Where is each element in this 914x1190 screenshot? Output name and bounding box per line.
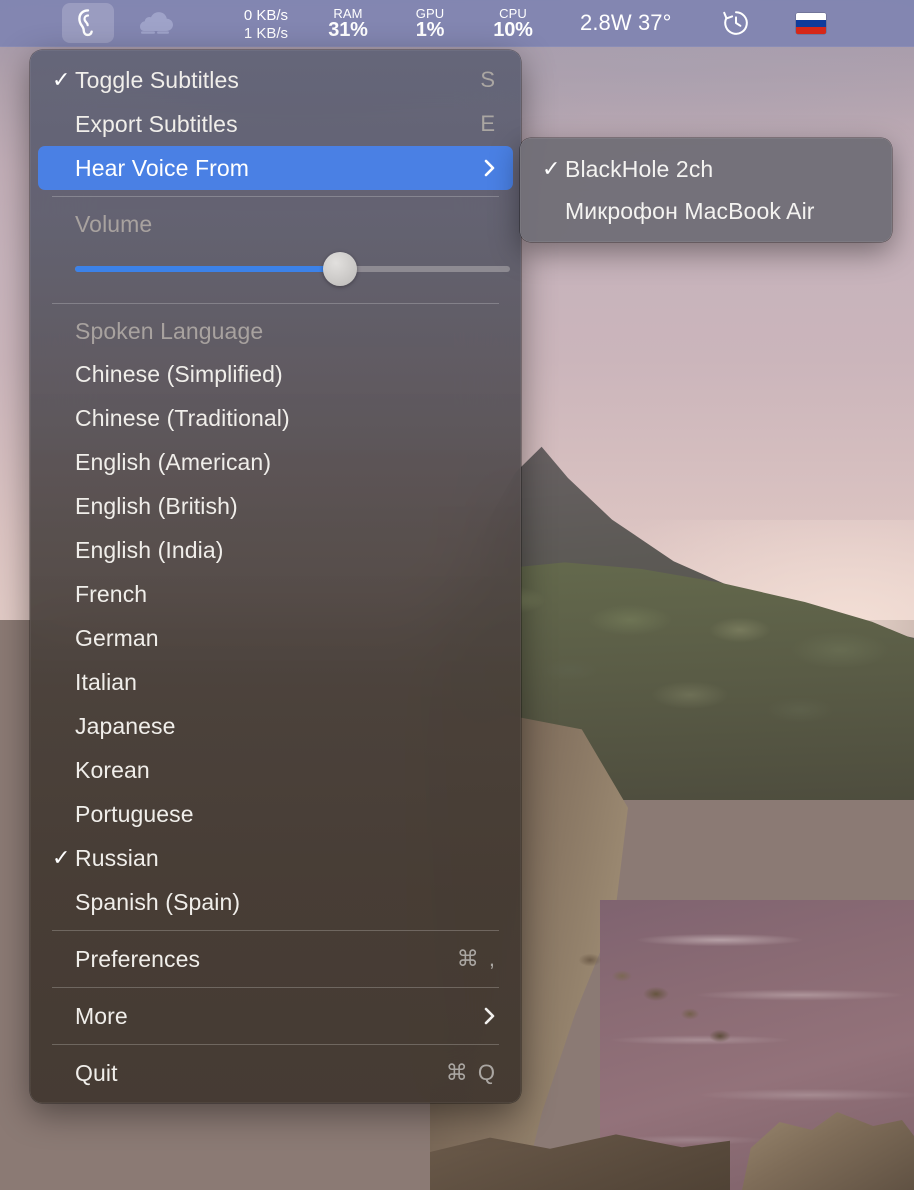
menubar-app-icon-button[interactable] <box>62 3 114 43</box>
app-dropdown-menu: ✓ Toggle Subtitles S Export Subtitles E … <box>30 50 521 1103</box>
language-option-label: English (American) <box>75 448 272 475</box>
network-upload-speed: 0 KB/s <box>243 7 288 24</box>
volume-slider[interactable] <box>75 252 510 286</box>
language-option[interactable]: Japanese <box>30 704 521 748</box>
submenu-item-blackhole[interactable]: ✓ BlackHole 2ch <box>520 148 892 190</box>
menu-item-label: Preferences <box>75 945 201 972</box>
language-option-label: Russian <box>75 844 159 871</box>
spoken-language-header: Spoken Language <box>30 310 521 352</box>
menu-separator-3 <box>52 930 499 931</box>
menu-item-export-subtitles[interactable]: Export Subtitles E <box>30 102 521 146</box>
language-option[interactable]: Spanish (Spain) <box>30 880 521 924</box>
language-option-label: Italian <box>75 668 138 695</box>
menu-item-shortcut: ⌘ , <box>456 946 497 971</box>
language-option[interactable]: English (American) <box>30 440 521 484</box>
menubar-stat-cpu[interactable]: CPU 10% <box>480 7 546 40</box>
menu-separator-5 <box>52 1044 499 1045</box>
menu-item-shortcut: ⌘ Q <box>445 1060 497 1085</box>
menu-item-shortcut: S <box>480 67 497 92</box>
menu-item-label: Hear Voice From <box>75 154 250 181</box>
hear-voice-from-submenu: ✓ BlackHole 2ch Микрофон MacBook Air <box>520 138 892 242</box>
language-option-label: English (British) <box>75 492 238 519</box>
menu-item-shortcut: E <box>480 111 497 136</box>
spoken-language-label: Spoken Language <box>75 317 264 344</box>
menubar-history-button[interactable] <box>716 3 756 43</box>
language-option-label: Chinese (Traditional) <box>75 404 290 431</box>
menu-item-preferences[interactable]: Preferences ⌘ , <box>30 937 521 981</box>
language-option-label: Spanish (Spain) <box>75 888 241 915</box>
menu-separator-4 <box>52 987 499 988</box>
menubar-stat-ram[interactable]: RAM 31% <box>316 7 380 40</box>
menu-item-quit[interactable]: Quit ⌘ Q <box>30 1051 521 1095</box>
russia-flag-icon <box>795 12 826 34</box>
desktop-screen: 0 KB/s 1 KB/s RAM 31% GPU 1% CPU 10% 2.8… <box>0 0 914 1190</box>
language-option[interactable]: Chinese (Traditional) <box>30 396 521 440</box>
language-option[interactable]: ✓ Russian <box>30 836 521 880</box>
language-option[interactable]: German <box>30 616 521 660</box>
language-option-label: Chinese (Simplified) <box>75 360 283 387</box>
cpu-label: CPU <box>499 5 527 21</box>
menu-item-more[interactable]: More <box>30 994 521 1038</box>
language-option[interactable]: Italian <box>30 660 521 704</box>
menubar-stat-gpu[interactable]: GPU 1% <box>402 7 458 40</box>
language-option[interactable]: English (India) <box>30 528 521 572</box>
menubar-input-language-button[interactable] <box>795 3 826 43</box>
cpu-value: 10% <box>493 18 533 41</box>
ram-label: RAM <box>333 5 363 21</box>
check-icon: ✓ <box>52 67 71 92</box>
spoken-language-list: Chinese (Simplified) Chinese (Traditional… <box>30 352 521 924</box>
language-option-label: English (India) <box>75 536 224 563</box>
wallpaper-shore-rocks <box>560 940 760 1090</box>
menu-item-label: Toggle Subtitles <box>75 66 239 93</box>
language-option[interactable]: French <box>30 572 521 616</box>
menubar-network-speed[interactable]: 0 KB/s 1 KB/s <box>218 3 288 43</box>
ear-icon <box>78 9 93 37</box>
submenu-item-label: Микрофон MacBook Air <box>565 197 815 224</box>
language-option-label: Japanese <box>75 712 176 739</box>
ram-value: 31% <box>328 18 368 41</box>
language-option[interactable]: English (British) <box>30 484 521 528</box>
submenu-item-label: BlackHole 2ch <box>565 155 714 182</box>
menu-item-toggle-subtitles[interactable]: ✓ Toggle Subtitles S <box>30 58 521 102</box>
cloud-icon <box>140 12 173 34</box>
menu-item-hear-voice-from[interactable]: Hear Voice From <box>38 146 513 190</box>
language-option-label: Korean <box>75 756 150 783</box>
menubar-cloud-icon-button[interactable] <box>126 3 182 43</box>
menu-bar: 0 KB/s 1 KB/s RAM 31% GPU 1% CPU 10% 2.8… <box>0 0 914 47</box>
menu-item-label: Quit <box>75 1059 118 1086</box>
check-icon: ✓ <box>52 845 71 870</box>
chevron-right-icon <box>481 1005 499 1027</box>
volume-slider-row <box>30 245 521 297</box>
volume-label: Volume <box>75 210 153 237</box>
volume-slider-thumb[interactable] <box>323 252 358 286</box>
language-option-label: French <box>75 580 148 607</box>
language-option[interactable]: Chinese (Simplified) <box>30 352 521 396</box>
menu-item-label: Export Subtitles <box>75 110 238 137</box>
menubar-power-temperature[interactable]: 2.8W 37° <box>580 3 672 43</box>
language-option-label: Portuguese <box>75 800 194 827</box>
gpu-value: 1% <box>415 18 445 41</box>
language-option[interactable]: Portuguese <box>30 792 521 836</box>
gpu-label: GPU <box>415 5 445 21</box>
network-download-speed: 1 KB/s <box>243 24 288 42</box>
menu-item-label: More <box>75 1002 128 1029</box>
check-icon: ✓ <box>542 156 561 181</box>
clock-arrow-icon <box>722 11 748 35</box>
language-option[interactable]: Korean <box>30 748 521 792</box>
submenu-item-macbook-microphone[interactable]: Микрофон MacBook Air <box>520 190 892 232</box>
chevron-right-icon <box>481 157 499 179</box>
volume-section-header: Volume <box>30 203 521 245</box>
menu-separator-1 <box>52 196 499 197</box>
volume-slider-fill <box>75 266 341 272</box>
menu-separator-2 <box>52 303 499 304</box>
language-option-label: German <box>75 624 159 651</box>
